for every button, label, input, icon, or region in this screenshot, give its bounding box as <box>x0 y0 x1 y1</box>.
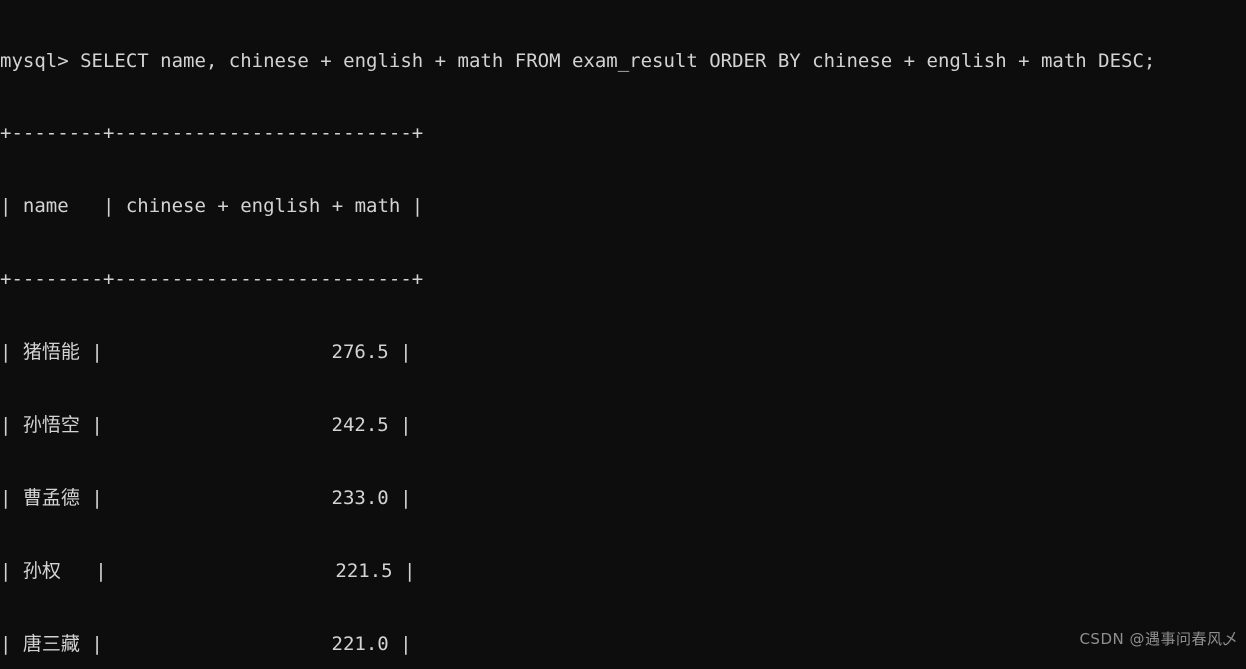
terminal-line: | 猪悟能 | 276.5 | <box>0 341 412 364</box>
terminal-output[interactable]: mysql> SELECT name, chinese + english + … <box>0 0 1246 669</box>
terminal-line: +--------+--------------------------+ <box>0 122 424 145</box>
terminal-line: | 孙权 | 221.5 | <box>0 559 416 582</box>
terminal-line: | 唐三藏 | 221.0 | <box>0 632 412 655</box>
terminal-line: | name | chinese + english + math | <box>0 195 424 218</box>
terminal-line: mysql> SELECT name, chinese + english + … <box>0 49 1156 72</box>
terminal-line: | 曹孟德 | 233.0 | <box>0 486 412 509</box>
terminal-line: +--------+--------------------------+ <box>0 268 424 291</box>
terminal-line: | 孙悟空 | 242.5 | <box>0 414 412 437</box>
